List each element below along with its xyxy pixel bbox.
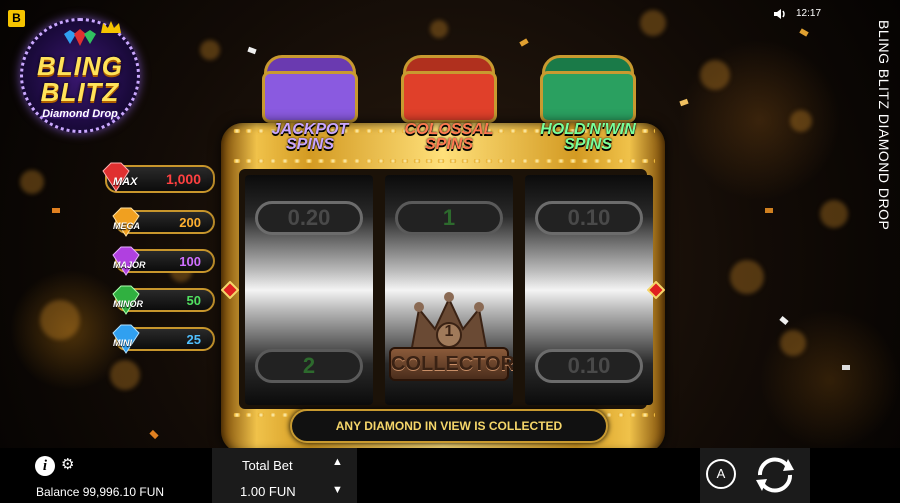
jackpot-mega: MEGA 200 xyxy=(112,207,215,237)
collector-number: 1 xyxy=(444,323,454,340)
jackpot-name: MEGA xyxy=(113,221,140,231)
jackpot-minor: MINOR 50 xyxy=(112,285,215,315)
reel-symbol: 0.10 xyxy=(535,349,643,383)
label-line: SPINS xyxy=(285,136,334,153)
reel-symbol: 2 xyxy=(255,349,363,383)
crown-icon xyxy=(101,21,121,33)
colossal-spins-chest xyxy=(401,55,497,125)
total-bet-panel: Total Bet 1.00 FUN ▲ ▼ xyxy=(212,448,357,503)
jackpot-spins-chest xyxy=(262,55,358,125)
confetti-piece xyxy=(842,365,850,370)
slot-machine-frame: 0.20 2 1 1 COLLECTOR 0.10 0.10 xyxy=(221,123,665,448)
bet-decrease-arrow-icon[interactable]: ▼ xyxy=(332,484,343,496)
reel-symbol: 0.10 xyxy=(535,201,643,235)
jackpot-value: 200 xyxy=(179,215,201,230)
confetti-piece xyxy=(247,46,257,55)
confetti-piece xyxy=(765,208,773,213)
confetti-piece xyxy=(779,316,789,325)
symbol-value: 2 xyxy=(302,353,316,378)
collector-label: COLLECTOR xyxy=(389,347,513,381)
bokeh-light xyxy=(640,10,666,36)
reel-2: 1 1 COLLECTOR xyxy=(385,175,513,405)
info-button[interactable]: i xyxy=(35,456,55,476)
balance-display: Balance 99,996.10 FUN xyxy=(36,485,165,499)
settings-gear-icon[interactable]: ⚙ xyxy=(61,457,77,473)
holdnwin-spins-label: HOLD'N'WIN SPINS xyxy=(523,121,653,153)
bokeh-light xyxy=(700,60,730,90)
spin-button-icon[interactable] xyxy=(750,450,800,500)
jackpot-value: 100 xyxy=(179,254,201,269)
jackpot-name: MAX xyxy=(113,176,138,188)
bokeh-light xyxy=(780,330,806,356)
collector-symbol: 1 COLLECTOR xyxy=(389,291,513,401)
bokeh-light xyxy=(40,300,80,340)
control-bar: i ⚙ Balance 99,996.10 FUN Total Bet 1.00… xyxy=(0,448,900,503)
label-line: JACKPOT xyxy=(271,121,349,138)
payline-marker-left-icon xyxy=(221,281,239,299)
bokeh-light xyxy=(20,170,44,194)
bokeh-light xyxy=(200,40,220,60)
total-bet-label: Total Bet xyxy=(242,458,293,473)
bokeh-light xyxy=(820,200,848,228)
jackpot-name: MINOR xyxy=(113,299,143,309)
label-line: COLOSSAL xyxy=(404,121,494,138)
symbol-value: 0.20 xyxy=(287,205,331,230)
reel-1: 0.20 2 xyxy=(245,175,373,405)
total-bet-value: 1.00 FUN xyxy=(240,484,296,499)
logo-line-1: BLING xyxy=(37,51,123,81)
bokeh-light xyxy=(730,260,764,294)
game-stage: B 12:17 BLING BLITZ DIAMOND DROP BLING B… xyxy=(0,0,900,448)
reel-symbol: 0.20 xyxy=(255,201,363,235)
payline-marker-right-icon xyxy=(647,281,665,299)
symbol-value: 0.10 xyxy=(567,205,611,230)
label-line: HOLD'N'WIN xyxy=(540,121,636,138)
spin-controls: A xyxy=(700,448,810,503)
confetti-piece xyxy=(679,98,689,107)
game-side-title: BLING BLITZ DIAMOND DROP xyxy=(876,20,892,231)
chest-body xyxy=(262,71,358,123)
logo-line-2: BLITZ xyxy=(40,77,120,107)
bokeh-light xyxy=(110,360,140,390)
jackpot-value: 50 xyxy=(186,293,201,308)
bulb-strip xyxy=(231,159,655,163)
colossal-spins-label: COLOSSAL SPINS xyxy=(384,121,514,153)
game-logo: BLING BLITZ Diamond Drop xyxy=(20,18,140,133)
jackpot-name: MINI xyxy=(113,338,132,348)
label-line: SPINS xyxy=(563,136,612,153)
autoplay-button[interactable]: A xyxy=(706,459,736,489)
feature-message: ANY DIAMOND IN VIEW IS COLLECTED xyxy=(290,409,608,443)
symbol-value: 1 xyxy=(442,205,456,230)
jackpot-spins-label: JACKPOT SPINS xyxy=(245,121,375,153)
chest-body xyxy=(401,71,497,123)
confetti-piece xyxy=(52,208,60,213)
logo-subtitle: Diamond Drop xyxy=(42,108,118,120)
clock: 12:17 xyxy=(796,8,822,19)
jackpot-max: MAX 1,000 xyxy=(102,162,215,193)
jackpot-value: 25 xyxy=(186,332,201,347)
bet-increase-arrow-icon[interactable]: ▲ xyxy=(332,456,343,468)
reel-symbol: 1 xyxy=(395,201,503,235)
bokeh-light xyxy=(430,20,448,38)
reel-3: 0.10 0.10 xyxy=(525,175,653,405)
confetti-piece xyxy=(149,429,159,440)
bokeh-light xyxy=(790,110,812,132)
jackpot-major: MAJOR 100 xyxy=(112,246,215,276)
confetti-piece xyxy=(799,28,809,37)
diamond-icon xyxy=(64,29,96,46)
holdnwin-spins-chest xyxy=(540,55,636,125)
jackpot-value: 1,000 xyxy=(165,171,201,187)
symbol-value: 0.10 xyxy=(567,353,611,378)
chest-body xyxy=(540,71,636,123)
jackpot-name: MAJOR xyxy=(113,260,146,270)
sound-icon[interactable] xyxy=(773,7,787,21)
jackpot-mini: MINI 25 xyxy=(112,324,215,354)
confetti-piece xyxy=(519,38,529,47)
label-line: SPINS xyxy=(424,136,473,153)
